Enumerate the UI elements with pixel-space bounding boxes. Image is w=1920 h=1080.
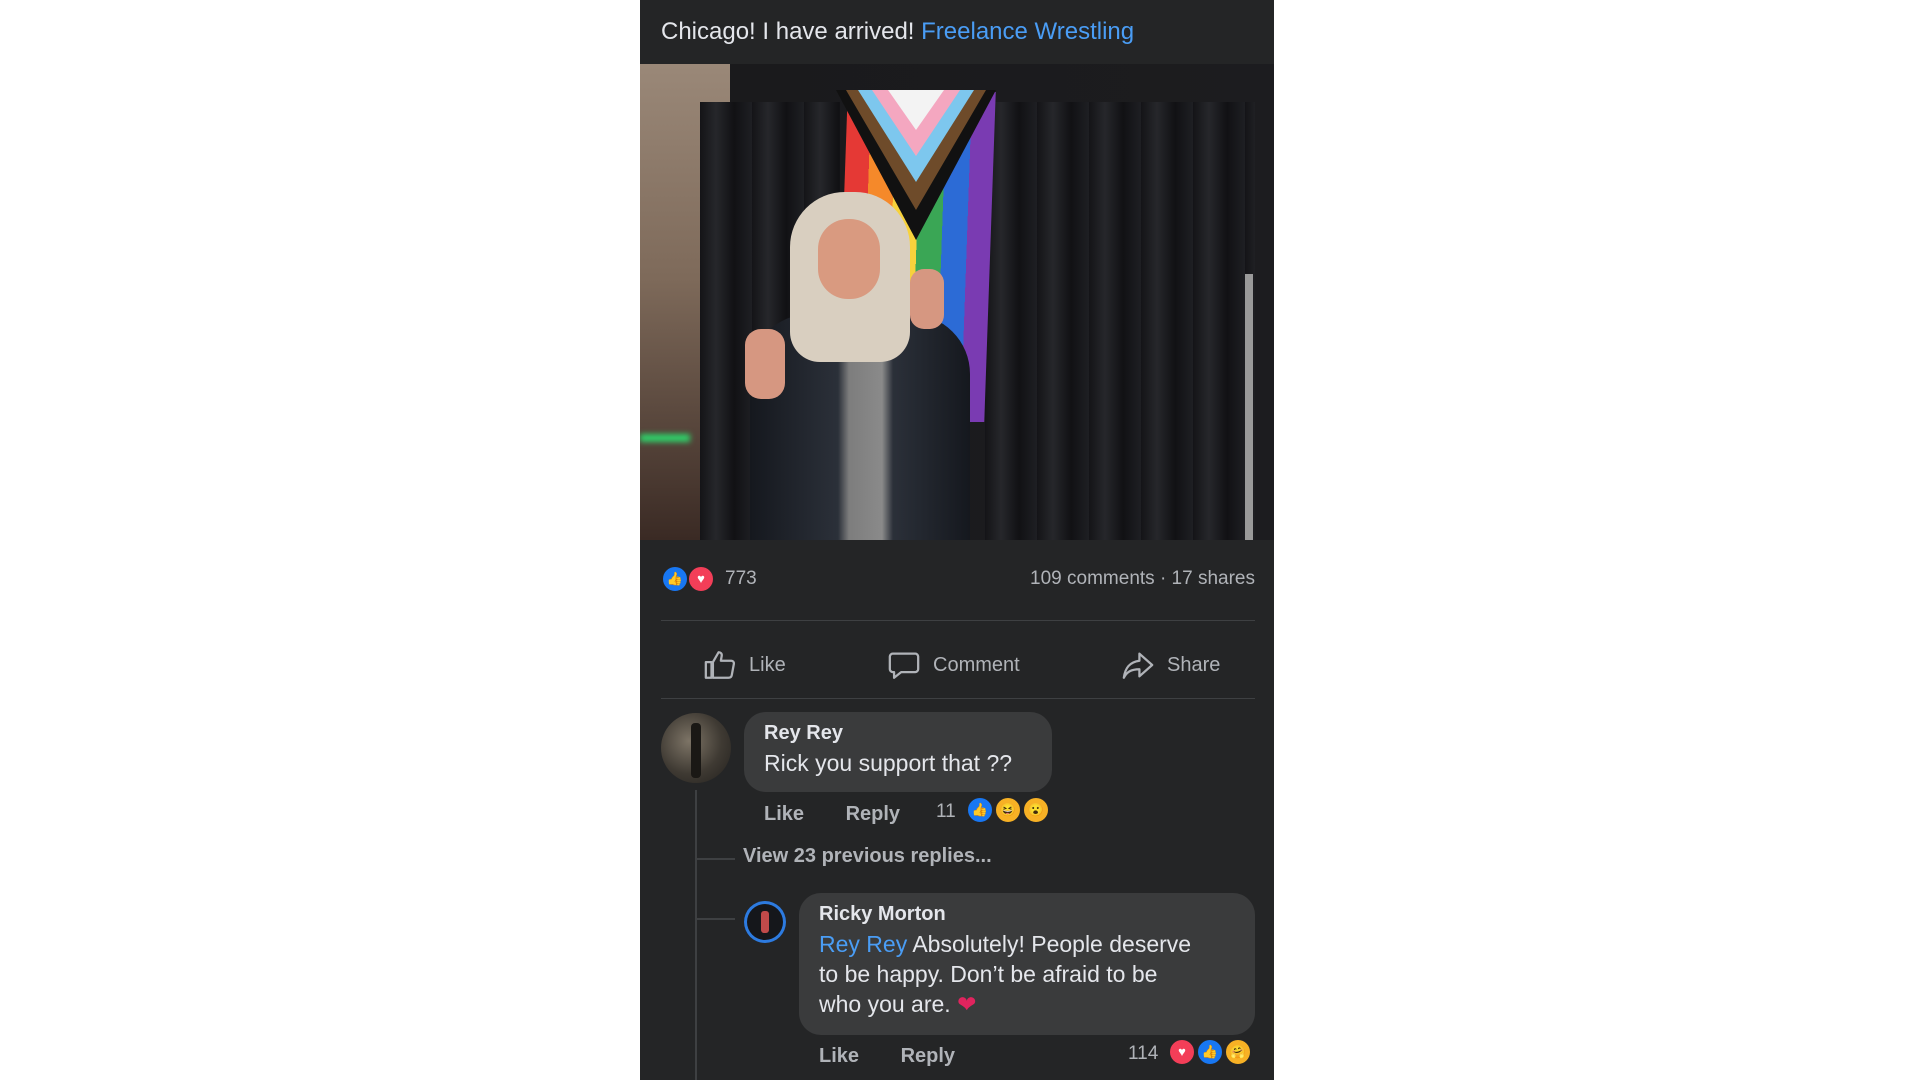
love-reaction-icon: ♥ bbox=[1168, 1038, 1196, 1066]
reply-bubble: Ricky Morton Rey Rey Absolutely! People … bbox=[799, 893, 1255, 1035]
like-reaction-icon: 👍 bbox=[966, 796, 994, 824]
reaction-count[interactable]: 773 bbox=[725, 568, 757, 590]
thumbs-up-icon bbox=[704, 651, 736, 679]
like-reaction-icon: 👍 bbox=[1196, 1038, 1224, 1066]
post-stats: 👍 ♥ 773 109 comments · 17 shares bbox=[661, 565, 1255, 595]
reply-text: Rey Rey Absolutely! People deserve to be… bbox=[819, 931, 1192, 1017]
comment-bubble: Rey Rey Rick you support that ?? bbox=[744, 712, 1052, 792]
divider bbox=[661, 620, 1255, 621]
comments-shares-count[interactable]: 109 comments · 17 shares bbox=[1030, 568, 1255, 590]
share-button[interactable]: Share bbox=[1121, 640, 1220, 690]
reply-reactions[interactable]: 114 bbox=[1128, 1043, 1158, 1065]
view-previous-replies-link[interactable]: View 23 previous replies... bbox=[743, 845, 992, 868]
haha-reaction-icon: 😆 bbox=[994, 796, 1022, 824]
tagged-page-link[interactable]: Freelance Wrestling bbox=[921, 18, 1134, 45]
avatar-rey-rey[interactable] bbox=[661, 713, 731, 783]
divider bbox=[661, 698, 1255, 699]
like-reaction-icon: 👍 bbox=[661, 565, 689, 593]
comment-reaction-count: 11 bbox=[936, 801, 956, 822]
comment-reply-button[interactable]: Reply bbox=[846, 803, 900, 825]
comment-author[interactable]: Rey Rey bbox=[764, 722, 843, 745]
care-reaction-icon: 🤗 bbox=[1224, 1038, 1252, 1066]
like-button[interactable]: Like bbox=[703, 640, 786, 690]
avatar-ricky-morton[interactable] bbox=[744, 901, 786, 943]
mention-link[interactable]: Rey Rey bbox=[819, 931, 907, 957]
post-text: Chicago! I have arrived! bbox=[661, 18, 915, 45]
share-label: Share bbox=[1167, 653, 1221, 676]
reply-like-button[interactable]: Like bbox=[819, 1045, 859, 1067]
heart-emoji: ❤ bbox=[957, 991, 977, 1017]
post-caption: Chicago! I have arrived! Freelance Wrest… bbox=[661, 18, 1134, 46]
speech-bubble-icon bbox=[888, 652, 920, 679]
comment-label: Comment bbox=[933, 653, 1020, 676]
love-reaction-icon: ♥ bbox=[687, 565, 715, 593]
comment-text: Rick you support that ?? bbox=[764, 750, 1013, 776]
comment-reactions[interactable]: 11 bbox=[936, 801, 956, 823]
like-label: Like bbox=[749, 653, 786, 676]
wow-reaction-icon: 😮 bbox=[1022, 796, 1050, 824]
facebook-post-screen: Chicago! I have arrived! Freelance Wrest… bbox=[640, 0, 1274, 1080]
thread-line bbox=[695, 790, 697, 1080]
post-actions-bar: Like Comment Share bbox=[661, 640, 1255, 690]
comment-button[interactable]: Comment bbox=[887, 640, 1020, 690]
reply-reaction-count: 114 bbox=[1128, 1043, 1159, 1064]
reply-actions: Like Reply bbox=[819, 1045, 955, 1068]
comment-like-button[interactable]: Like bbox=[764, 803, 804, 825]
post-photo[interactable] bbox=[640, 64, 1274, 540]
comment-actions: Like Reply bbox=[764, 803, 900, 826]
reply-author[interactable]: Ricky Morton bbox=[819, 903, 946, 926]
reply-reply-button[interactable]: Reply bbox=[901, 1045, 955, 1067]
share-arrow-icon bbox=[1122, 652, 1154, 679]
